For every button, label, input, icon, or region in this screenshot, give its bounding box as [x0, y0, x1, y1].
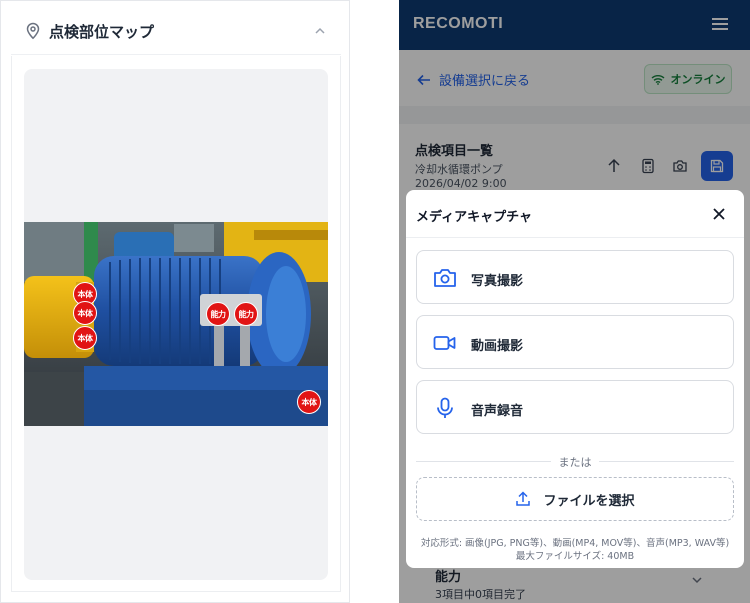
inspection-marker[interactable]: 本体 [297, 390, 321, 414]
equipment-photo-image [24, 222, 328, 426]
max-file-size-hint: 最大ファイルサイズ: 40MB [515, 551, 635, 562]
inspection-marker[interactable]: 能力 [206, 302, 230, 326]
inspection-marker[interactable]: 本体 [73, 326, 97, 350]
audio-record-button[interactable]: 音声録音 [416, 380, 734, 434]
mobile-app: RECOMOTI 設備選択に戻る オンライン 点検項目一覧 冷却水循環ポンプ 2… [399, 0, 750, 603]
camera-icon [434, 269, 456, 287]
inspection-marker[interactable]: 本体 [73, 301, 97, 325]
inspection-marker[interactable]: 能力 [234, 302, 258, 326]
microphone-icon [437, 397, 453, 418]
upload-icon [516, 491, 531, 506]
supported-formats-hint: 対応形式: 画像(JPG, PNG等)、動画(MP4, MOV等)、音声(MP3… [420, 538, 730, 549]
modal-header: メディアキャプチャ [406, 190, 744, 238]
location-pin-icon [26, 22, 40, 40]
photo-capture-label: 写真撮影 [471, 274, 524, 289]
select-file-label: ファイルを選択 [543, 493, 635, 509]
select-file-button[interactable]: ファイルを選択 [416, 477, 734, 521]
close-icon[interactable] [712, 207, 726, 221]
chevron-up-icon[interactable] [312, 23, 328, 39]
audio-record-label: 音声録音 [471, 404, 524, 419]
map-panel-title: 点検部位マップ [49, 23, 155, 41]
equipment-photo: 本体 本体 本体 能力 能力 本体 [24, 222, 328, 426]
media-capture-modal: メディアキャプチャ 写真撮影 動画撮影 音声録音 または ファイルを選択 対応形… [406, 190, 744, 568]
video-capture-label: 動画撮影 [471, 339, 524, 354]
modal-title: メディアキャプチャ [416, 210, 532, 225]
photo-capture-button[interactable]: 写真撮影 [416, 250, 734, 304]
or-divider: または [416, 454, 734, 469]
divider-text: または [558, 456, 592, 469]
video-capture-button[interactable]: 動画撮影 [416, 315, 734, 369]
video-icon [433, 336, 456, 350]
